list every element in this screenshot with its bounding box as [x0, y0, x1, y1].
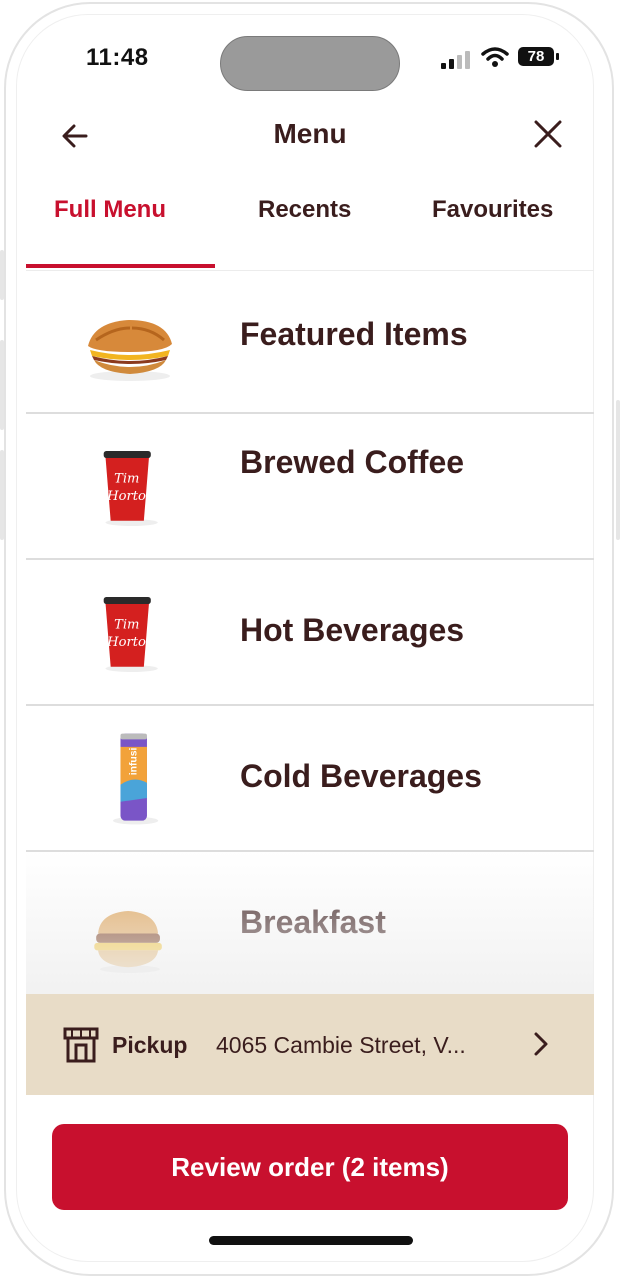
wifi-icon: [481, 47, 509, 67]
coffee-cup-icon: Tim Horto: [103, 450, 158, 527]
menu-item-cold-beverages[interactable]: infusi Cold Beverages: [26, 706, 594, 852]
tab-full-menu[interactable]: Full Menu: [54, 196, 166, 224]
menu-item-label: Hot Beverages: [240, 612, 465, 648]
cellular-signal-icon: [441, 51, 470, 69]
home-indicator: [209, 1236, 413, 1245]
menu-item-featured-items[interactable]: Featured Items: [26, 270, 594, 414]
menu-item-label: Featured Items: [240, 316, 468, 352]
croissant-sandwich-icon: [88, 320, 172, 381]
menu-item-breakfast[interactable]: Breakfast: [26, 852, 594, 996]
svg-text:Tim: Tim: [114, 471, 139, 486]
battery-tip: [556, 53, 559, 60]
svg-text:infusi: infusi: [129, 747, 140, 775]
dynamic-island: [220, 36, 400, 91]
breakfast-sandwich-icon: [94, 911, 162, 973]
coffee-cup-icon: Tim Horto: [103, 596, 158, 673]
battery-icon: 78: [518, 47, 554, 66]
pickup-address: 4065 Cambie Street, V...: [216, 1032, 466, 1058]
menu-item-label: Brewed Coffee: [240, 444, 465, 480]
menu-item-hot-beverages[interactable]: Tim Horto Hot Beverages: [26, 560, 594, 706]
menu-tabs: Full Menu Recents Favourites: [26, 186, 594, 271]
beverage-can-icon: infusi: [112, 733, 159, 825]
svg-text:Horto: Horto: [106, 635, 146, 650]
menu-category-list: Featured Items Tim Horto Brewed Coffee T…: [26, 270, 594, 996]
side-button: [0, 250, 4, 300]
store-icon: [63, 1027, 99, 1063]
power-button: [616, 400, 620, 540]
active-tab-indicator: [26, 264, 215, 268]
menu-item-label: Breakfast: [240, 904, 386, 940]
tab-recents[interactable]: Recents: [258, 196, 351, 224]
chevron-right-icon: [534, 1032, 548, 1056]
status-time: 11:48: [86, 44, 149, 71]
page-title: Menu: [273, 118, 347, 149]
close-icon[interactable]: [528, 114, 568, 154]
svg-text:Horto: Horto: [106, 489, 146, 504]
header: Menu: [26, 108, 594, 164]
review-order-button[interactable]: Review order (2 items): [52, 1124, 568, 1210]
volume-down-button: [0, 450, 4, 540]
menu-item-brewed-coffee[interactable]: Tim Horto Brewed Coffee: [26, 414, 594, 560]
volume-up-button: [0, 340, 4, 430]
tab-favourites[interactable]: Favourites: [432, 196, 553, 224]
pickup-location-bar[interactable]: Pickup 4065 Cambie Street, V...: [26, 994, 594, 1095]
menu-item-label: Cold Beverages: [240, 758, 482, 794]
svg-text:Tim: Tim: [114, 617, 139, 632]
pickup-label: Pickup: [112, 1032, 188, 1058]
